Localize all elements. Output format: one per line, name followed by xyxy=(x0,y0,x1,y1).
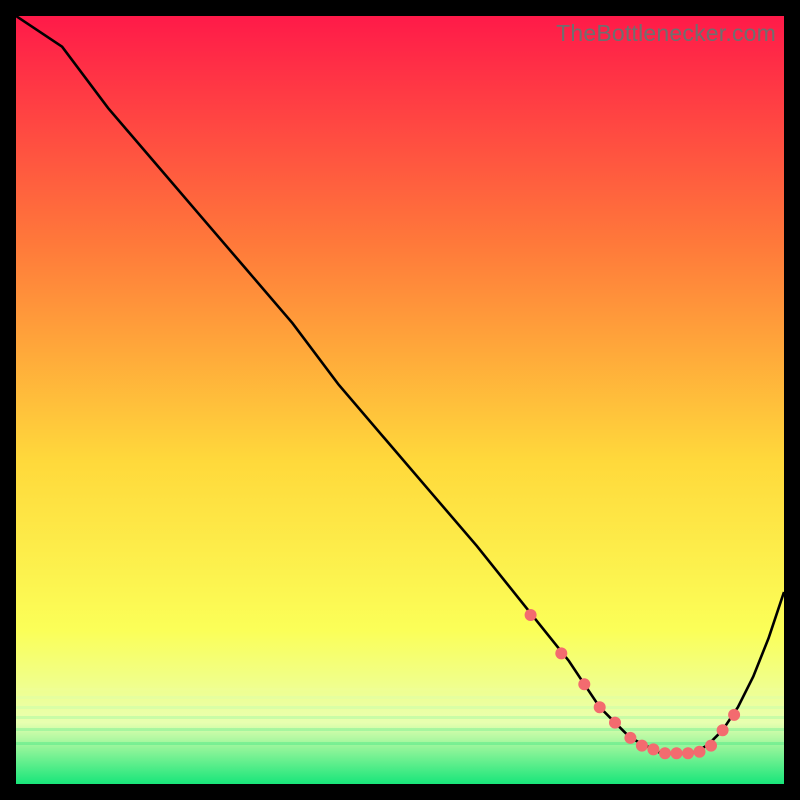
marker-dot xyxy=(578,678,590,690)
marker-dot xyxy=(671,747,683,759)
marker-dot xyxy=(659,747,671,759)
marker-dot xyxy=(609,717,621,729)
chart-background-gradient xyxy=(16,16,784,784)
marker-dot xyxy=(694,746,706,758)
marker-dot xyxy=(647,743,659,755)
marker-dot xyxy=(717,724,729,736)
chart-svg xyxy=(16,16,784,784)
marker-dot xyxy=(636,740,648,752)
marker-dot xyxy=(624,732,636,744)
watermark-label: TheBottlenecker.com xyxy=(556,20,776,47)
marker-dot xyxy=(682,747,694,759)
chart-frame: TheBottlenecker.com xyxy=(16,16,784,784)
marker-dot xyxy=(525,609,537,621)
marker-dot xyxy=(705,740,717,752)
marker-dot xyxy=(594,701,606,713)
marker-dot xyxy=(728,709,740,721)
marker-dot xyxy=(555,647,567,659)
